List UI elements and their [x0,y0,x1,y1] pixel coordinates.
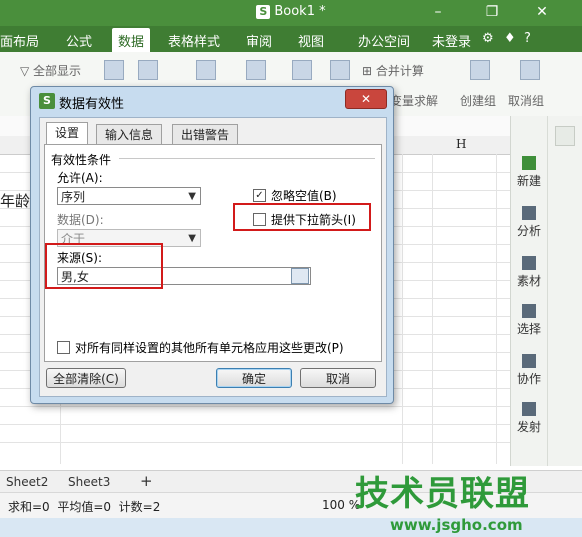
watermark-url: www.jsgho.com [390,516,523,534]
menu-bar: 面布局 公式 数据 表格样式 审阅 视图 办公空间 未登录 ⚙ ♦ ? [0,26,582,54]
tab-settings[interactable]: 设置 [46,122,89,146]
right-task-panel: 新建 分析 素材 选择 协作 发射 [510,116,582,466]
send-icon [522,402,536,416]
menu-page-layout[interactable]: 面布局 [0,31,39,50]
delete-dup-icon[interactable] [292,60,312,80]
range-picker-icon[interactable] [291,268,309,284]
highlight-box-source [45,243,163,289]
minimize-button[interactable]: – [428,3,448,21]
grid-line [402,154,403,464]
restore-button[interactable]: ❐ [482,3,502,21]
analyze-icon [522,206,536,220]
panel-toggle-icon[interactable] [555,126,575,146]
menu-login[interactable]: 未登录 [432,31,471,50]
dialog-body: 设置 输入信息 出错警告 有效性条件 允许(A): 序列 ▼ ✓ 忽略空值(B) … [39,117,387,397]
validity-icon[interactable] [330,60,350,80]
panel-material[interactable]: 素材 [511,256,547,289]
tab-error-alert[interactable]: 出错警告 [172,124,239,145]
column-h-label[interactable]: H [456,137,466,151]
new-icon [522,156,536,170]
create-group-button[interactable]: 创建组 [460,92,496,109]
menu-review[interactable]: 审阅 [246,31,272,50]
menu-view[interactable]: 视图 [298,31,324,50]
highlight-box-dropdown [233,203,371,231]
sheet-tab-3[interactable]: Sheet3 [68,475,110,489]
close-icon[interactable]: ✕ [345,89,387,109]
help-icon[interactable]: ? [524,31,531,46]
shirt-icon[interactable]: ♦ [504,31,516,46]
sort-asc-icon[interactable] [104,60,124,80]
ignore-blank-checkbox[interactable]: ✓ [253,189,266,202]
allow-select[interactable]: 序列 ▼ [57,187,201,205]
grid-line [0,406,510,407]
collab-icon [522,354,536,368]
add-sheet-icon[interactable]: + [140,472,153,490]
material-icon [522,256,536,270]
wps-logo-icon: S [256,5,271,19]
grid-line [496,154,497,464]
skin-icon[interactable]: ⚙ [482,31,494,46]
ok-button[interactable]: 确定 [216,368,292,388]
create-group-icon[interactable] [470,60,490,80]
ignore-blank-label: 忽略空值(B) [271,189,337,203]
clear-all-button[interactable]: 全部清除(C) [46,368,126,388]
section-title: 有效性条件 [51,153,112,167]
cancel-group-button[interactable]: 取消组 [508,92,544,109]
menu-data[interactable]: 数据 [112,28,151,54]
allow-label: 允许(A): [57,171,103,185]
dialog-title: 数据有效性 [59,97,125,112]
panel-select[interactable]: 选择 [511,304,547,337]
grid-line [0,424,510,425]
highlight-dup-icon[interactable] [196,60,216,80]
sheet-tab-2[interactable]: Sheet2 [6,475,48,489]
cell-age[interactable]: 年龄 [0,190,30,211]
title-bar: S Book1 * – ❐ ✕ [0,0,582,26]
apply-all-checkbox[interactable] [57,341,70,354]
panel-send[interactable]: 发射 [511,402,547,435]
sort-desc-icon[interactable] [138,60,158,80]
reject-dup-icon[interactable] [246,60,266,80]
panel-analyze[interactable]: 分析 [511,206,547,239]
panel-collab[interactable]: 协作 [511,354,547,387]
watermark-logo: 技术员联盟 [355,474,530,514]
close-window-button[interactable]: ✕ [532,3,552,21]
data-validity-dialog: S 数据有效性 ✕ 设置 输入信息 出错警告 有效性条件 允许(A): 序列 ▼ … [30,86,394,404]
menu-office-space[interactable]: 办公空间 [358,31,410,50]
wps-dialog-icon: S [39,93,55,109]
tab-input-message[interactable]: 输入信息 [96,124,163,145]
status-summary: 求和=0 平均值=0 计数=2 [8,500,161,514]
menu-formula[interactable]: 公式 [66,31,92,50]
chevron-down-icon: ▼ [188,191,196,202]
menu-table-style[interactable]: 表格样式 [168,31,220,50]
var-solve-button[interactable]: 变量求解 [390,92,438,109]
select-icon [522,304,536,318]
panel-divider [547,116,548,466]
cancel-group-icon[interactable] [520,60,540,80]
merge-calc-button[interactable]: ⊞ 合并计算 [362,62,424,79]
data-label: 数据(D): [57,213,104,227]
show-all-button[interactable]: ▽ 全部显示 [20,62,81,79]
grid-line [0,442,510,443]
section-divider [119,158,375,159]
chevron-down-icon: ▼ [188,233,196,244]
apply-all-label: 对所有同样设置的其他所有单元格应用这些更改(P) [75,341,344,355]
cancel-button[interactable]: 取消 [300,368,376,388]
grid-line [432,154,433,464]
panel-new[interactable]: 新建 [511,156,547,189]
settings-panel: 有效性条件 允许(A): 序列 ▼ ✓ 忽略空值(B) 数据(D): 介于 ▼ 提供… [44,144,382,362]
